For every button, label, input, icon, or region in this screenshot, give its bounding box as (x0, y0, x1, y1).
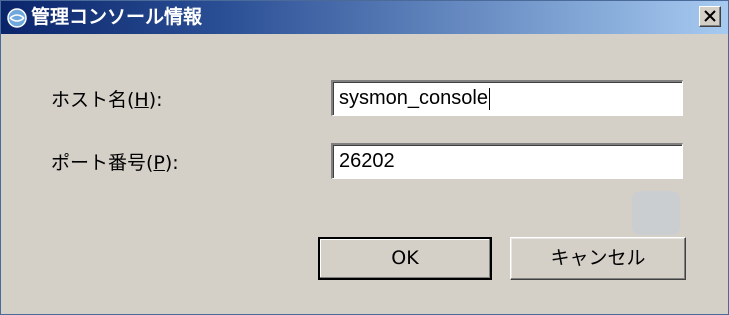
port-input[interactable]: 26202 (331, 143, 683, 179)
host-mnemonic: H (134, 89, 149, 111)
port-mnemonic: P (153, 152, 165, 174)
dialog-window: 管理コンソール情報 ホスト名(H): sysmon_console ポート番号(… (0, 0, 729, 315)
close-button[interactable] (699, 6, 721, 27)
ok-button[interactable]: OK (318, 237, 492, 280)
host-input[interactable]: sysmon_console (331, 80, 683, 116)
watermark-icon (632, 191, 680, 235)
port-label: ポート番号(P): (51, 152, 179, 174)
close-icon (704, 10, 716, 22)
host-label: ホスト名(H): (51, 89, 163, 111)
cancel-button[interactable]: キャンセル (510, 237, 686, 280)
globe-icon (7, 8, 27, 28)
text-caret (488, 87, 490, 110)
window-title: 管理コンソール情報 (31, 6, 203, 28)
title-bar[interactable]: 管理コンソール情報 (1, 1, 728, 34)
